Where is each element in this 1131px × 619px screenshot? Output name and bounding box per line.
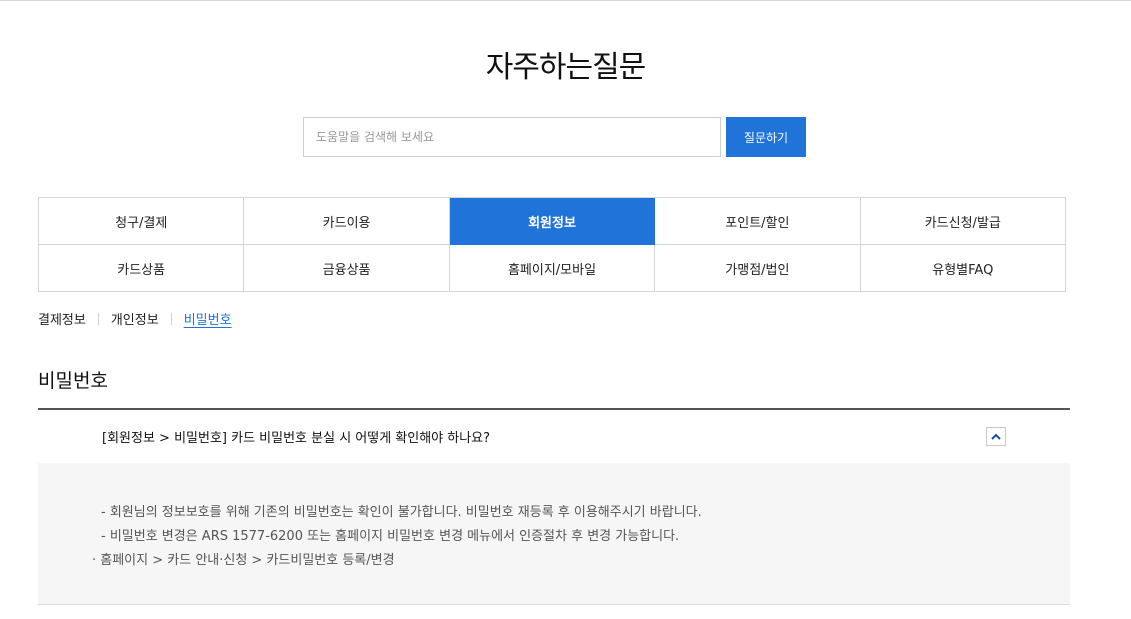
sub-tab-password[interactable]: 비밀번호 xyxy=(184,309,232,328)
faq-question[interactable]: [회원정보 > 비밀번호] 카드 비밀번호 분실 시 어떻게 확인해야 하나요? xyxy=(102,427,490,446)
faq-answer: - 회원님의 정보보호를 위해 기존의 비밀번호는 확인이 불가합니다. 비밀번… xyxy=(38,463,1070,605)
sub-tab-payment-info[interactable]: 결제정보 xyxy=(38,309,86,328)
search-button[interactable]: 질문하기 xyxy=(726,117,806,157)
search-input[interactable] xyxy=(303,117,721,157)
category-item-billing[interactable]: 청구/결제 xyxy=(39,198,245,245)
category-item-member-info[interactable]: 회원정보 xyxy=(449,198,656,245)
page-title: 자주하는질문 xyxy=(485,50,647,85)
answer-line: - 회원님의 정보보호를 위해 기존의 비밀번호는 확인이 불가합니다. 비밀번… xyxy=(101,505,702,520)
category-item-card-usage[interactable]: 카드이용 xyxy=(244,198,450,245)
sub-tab-divider xyxy=(170,312,172,325)
category-item-homepage-mobile[interactable]: 홈페이지/모바일 xyxy=(449,245,656,292)
category-item-merchant-corporate[interactable]: 가맹점/법인 xyxy=(655,245,861,292)
category-item-financial-products[interactable]: 금융상품 xyxy=(244,245,450,292)
sub-tab-divider xyxy=(97,312,99,325)
top-border xyxy=(0,0,1131,1)
category-item-card-products[interactable]: 카드상품 xyxy=(39,245,245,292)
category-grid: 청구/결제 카드이용 회원정보 포인트/할인 카드신청/발급 카드상품 금융상품… xyxy=(38,197,1066,292)
faq-toggle-button[interactable] xyxy=(986,427,1006,446)
sub-tab-personal-info[interactable]: 개인정보 xyxy=(111,309,159,328)
answer-line: - 비밀번호 변경은 ARS 1577-6200 또는 홈페이지 비밀번호 변경… xyxy=(101,529,680,544)
section-title: 비밀번호 xyxy=(38,370,108,392)
answer-line: · 홈페이지 > 카드 안내·신청 > 카드비밀번호 등록/변경 xyxy=(92,553,395,568)
sub-tabs: 결제정보 개인정보 비밀번호 xyxy=(38,309,232,328)
category-item-points[interactable]: 포인트/할인 xyxy=(655,198,861,245)
category-item-card-apply[interactable]: 카드신청/발급 xyxy=(860,198,1066,245)
faq-divider xyxy=(38,408,1070,410)
chevron-up-icon xyxy=(991,433,1001,440)
category-item-faq-by-type[interactable]: 유형별FAQ xyxy=(860,245,1066,292)
